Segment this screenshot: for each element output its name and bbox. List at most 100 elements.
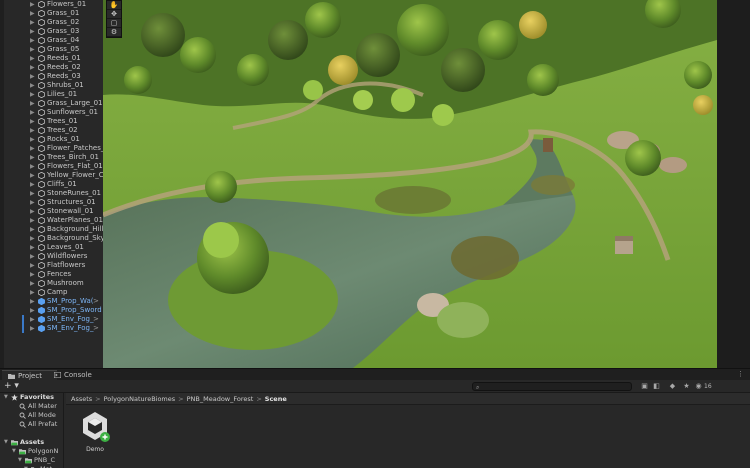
tab-console[interactable]: Console (48, 370, 98, 380)
hierarchy-item[interactable]: ▶ Wildflowers (0, 252, 103, 261)
hierarchy-item[interactable]: ▶ Cliffs_01 (0, 180, 103, 189)
hierarchy-item[interactable]: ▶ Sunflowers_01 (0, 108, 103, 117)
expand-arrow-icon[interactable]: ▶ (30, 18, 36, 27)
hierarchy-item[interactable]: ▶ SM_Env_Fog_ > (0, 315, 103, 324)
hierarchy-item[interactable]: ▶ Grass_05 (0, 45, 103, 54)
scene-view[interactable]: ✋ ✥ ▢ ⚙ (103, 0, 717, 368)
open-prefab-icon[interactable]: > (93, 297, 99, 306)
hierarchy-item[interactable]: ▶ Fences (0, 270, 103, 279)
expand-arrow-icon[interactable]: ▶ (30, 288, 36, 297)
expand-arrow-icon[interactable]: ▼ (18, 456, 22, 465)
expand-arrow-icon[interactable]: ▶ (30, 225, 36, 234)
rect-tool-icon[interactable]: ▢ (107, 19, 121, 28)
breadcrumb-item[interactable]: Scene (265, 395, 287, 403)
hierarchy-item[interactable]: ▶ Camp (0, 288, 103, 297)
hierarchy-item[interactable]: ▶ Trees_Birch_01 (0, 153, 103, 162)
expand-arrow-icon[interactable]: ▶ (30, 306, 36, 315)
favorite-star-icon[interactable]: ★ (682, 382, 691, 391)
hierarchy-item[interactable]: ▶ Flowers_Flat_01 (0, 162, 103, 171)
expand-arrow-icon[interactable]: ▶ (30, 261, 36, 270)
hierarchy-item[interactable]: ▶ Grass_02 (0, 18, 103, 27)
expand-arrow-icon[interactable]: ▶ (30, 0, 36, 9)
expand-arrow-icon[interactable]: ▶ (30, 270, 36, 279)
expand-arrow-icon[interactable]: ▼ (4, 393, 8, 402)
eye-icon[interactable]: ◉ (694, 382, 703, 391)
hierarchy-item[interactable]: ▶ Flatflowers (0, 261, 103, 270)
hierarchy-item[interactable]: ▶ Grass_03 (0, 27, 103, 36)
more-options-icon[interactable]: ⋮ (737, 370, 745, 378)
expand-arrow-icon[interactable]: ▶ (30, 117, 36, 126)
hierarchy-item[interactable]: ▶ Structures_01 (0, 198, 103, 207)
expand-arrow-icon[interactable]: ▶ (30, 324, 36, 333)
hierarchy-item[interactable]: ▶ Reeds_01 (0, 54, 103, 63)
expand-arrow-icon[interactable]: ▶ (30, 9, 36, 18)
hierarchy-item[interactable]: ▶ Rocks_01 (0, 135, 103, 144)
hierarchy-item[interactable]: ▶ SM_Prop_Sword (0, 306, 103, 315)
hierarchy-item[interactable]: ▶ WaterPlanes_01 (0, 216, 103, 225)
breadcrumb-item[interactable]: Assets (71, 395, 92, 403)
tag-icon[interactable]: ◆ (668, 382, 677, 391)
hierarchy-item[interactable]: ▶ Grass_Large_01 (0, 99, 103, 108)
hierarchy-item[interactable]: ▶ Grass_01 (0, 9, 103, 18)
expand-arrow-icon[interactable]: ▶ (30, 279, 36, 288)
search-input[interactable]: ⌕ (472, 382, 632, 391)
hierarchy-item[interactable]: ▶ Yellow_Flower_C (0, 171, 103, 180)
tree-item[interactable]: All Mater (0, 402, 63, 411)
expand-arrow-icon[interactable]: ▶ (30, 72, 36, 81)
scene-render[interactable] (103, 0, 717, 368)
hierarchy-item[interactable]: ▶ Mushroom (0, 279, 103, 288)
hand-tool-icon[interactable]: ✋ (107, 1, 121, 10)
expand-arrow-icon[interactable]: ▶ (30, 36, 36, 45)
expand-arrow-icon[interactable]: ▶ (30, 153, 36, 162)
expand-arrow-icon[interactable]: ▶ (30, 81, 36, 90)
hierarchy-item[interactable]: ▶ Flower_Patches_ (0, 144, 103, 153)
expand-arrow-icon[interactable]: ▶ (30, 297, 36, 306)
hierarchy-item[interactable]: ▶ Trees_01 (0, 117, 103, 126)
tree-item[interactable]: All Prefat (0, 420, 63, 429)
expand-arrow-icon[interactable]: ▶ (30, 198, 36, 207)
hierarchy-item[interactable]: ▶ Background_Hill (0, 225, 103, 234)
hierarchy-item[interactable]: ▶ Leaves_01 (0, 243, 103, 252)
expand-arrow-icon[interactable]: ▶ (30, 54, 36, 63)
expand-arrow-icon[interactable]: ▶ (30, 63, 36, 72)
hierarchy-item[interactable]: ▶ Background_Sky (0, 234, 103, 243)
tree-item[interactable]: All Mode (0, 411, 63, 420)
expand-arrow-icon[interactable]: ▶ (30, 315, 36, 324)
expand-arrow-icon[interactable]: ▶ (30, 108, 36, 117)
hierarchy-item[interactable]: ▶ Reeds_03 (0, 72, 103, 81)
filter-type-icon[interactable]: ▣ (640, 382, 649, 391)
asset-demo[interactable]: Demo (80, 410, 114, 456)
expand-arrow-icon[interactable]: ▶ (30, 27, 36, 36)
expand-arrow-icon[interactable]: ▶ (30, 90, 36, 99)
move-tool-icon[interactable]: ✥ (107, 10, 121, 19)
expand-arrow-icon[interactable]: ▶ (30, 135, 36, 144)
hierarchy-item[interactable]: ▶ Stonewall_01 (0, 207, 103, 216)
expand-arrow-icon[interactable]: ▶ (30, 171, 36, 180)
filter-label-icon[interactable]: ◧ (652, 382, 661, 391)
add-button[interactable]: + ▾ (4, 382, 20, 391)
expand-arrow-icon[interactable]: ▶ (30, 162, 36, 171)
tree-section-header[interactable]: ▼ Assets (0, 438, 63, 447)
tree-item[interactable]: ▼ PNB_C (0, 456, 63, 465)
hierarchy-item[interactable]: ▶ SM_Env_Fog_ > (0, 324, 103, 333)
settings-tool-icon[interactable]: ⚙ (107, 28, 121, 37)
expand-arrow-icon[interactable]: ▶ (30, 252, 36, 261)
expand-arrow-icon[interactable]: ▼ (4, 438, 8, 447)
expand-arrow-icon[interactable]: ▶ (30, 216, 36, 225)
expand-arrow-icon[interactable]: ▶ (30, 234, 36, 243)
hierarchy-item[interactable]: ▶ Lilies_01 (0, 90, 103, 99)
hierarchy-item[interactable]: ▶ Grass_04 (0, 36, 103, 45)
expand-arrow-icon[interactable]: ▶ (30, 207, 36, 216)
hierarchy-item[interactable]: ▶ Shrubs_01 (0, 81, 103, 90)
expand-arrow-icon[interactable]: ▼ (12, 447, 16, 456)
expand-arrow-icon[interactable]: ▶ (30, 243, 36, 252)
breadcrumb-item[interactable]: PNB_Meadow_Forest (187, 395, 254, 403)
hierarchy-item[interactable]: ▶ StoneRunes_01 (0, 189, 103, 198)
hierarchy-item[interactable]: ▶ Trees_02 (0, 126, 103, 135)
expand-arrow-icon[interactable]: ▶ (30, 126, 36, 135)
expand-arrow-icon[interactable]: ▶ (30, 144, 36, 153)
tree-section-header[interactable]: ▼ Favorites (0, 393, 63, 402)
expand-arrow-icon[interactable]: ▶ (30, 99, 36, 108)
open-prefab-icon[interactable]: > (93, 315, 99, 324)
expand-arrow-icon[interactable]: ▶ (30, 45, 36, 54)
